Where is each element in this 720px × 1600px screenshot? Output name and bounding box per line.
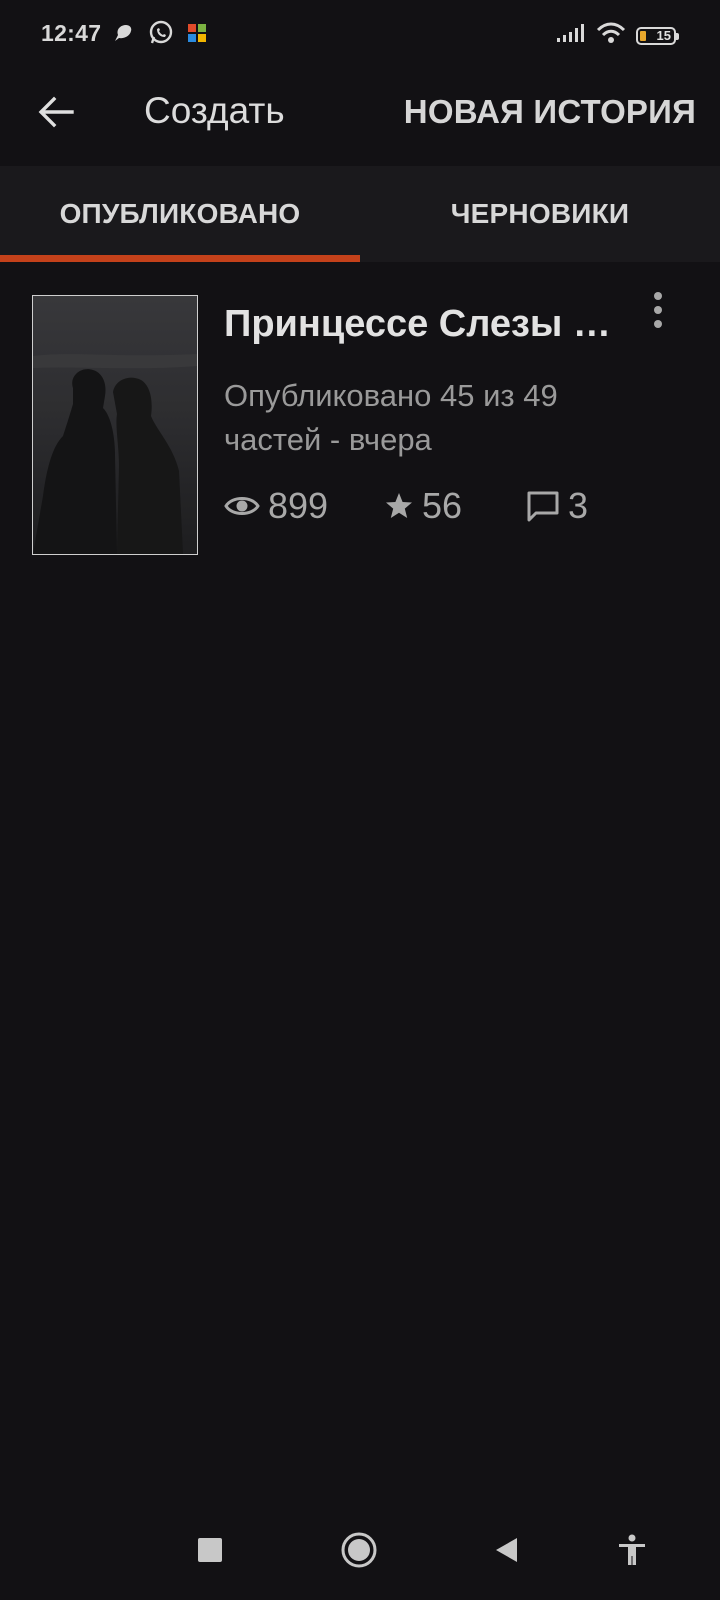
comment-icon (527, 491, 559, 522)
more-options-button[interactable] (638, 290, 678, 330)
story-parts-published: Опубликовано 45 из 49 (224, 378, 558, 413)
votes-count: 56 (422, 485, 463, 526)
more-vertical-icon (654, 292, 662, 328)
notification-icons (112, 20, 206, 51)
arrow-left-icon (38, 96, 74, 128)
system-navigation-bar (0, 1510, 720, 1600)
messenger-icon (112, 22, 134, 49)
triangle-back-icon (496, 1538, 517, 1562)
votes-stat: 56 (384, 485, 526, 527)
accessibility-button[interactable] (610, 1528, 654, 1572)
back-nav-button[interactable] (484, 1528, 528, 1572)
story-title[interactable]: Принцессе Слезы … (224, 303, 634, 346)
new-story-button[interactable]: НОВАЯ ИСТОРИЯ (404, 93, 696, 131)
system-icons: 15 (556, 22, 679, 49)
app-bar: Создать НОВАЯ ИСТОРИЯ (0, 70, 720, 164)
couple-silhouette-image (33, 296, 197, 554)
page-title: Создать (144, 90, 285, 131)
status-time: 12:47 (41, 20, 102, 46)
back-button[interactable] (30, 86, 82, 138)
eye-icon (224, 497, 260, 515)
story-cover-image[interactable] (32, 295, 198, 555)
star-icon (386, 493, 412, 518)
battery-level: 15 (656, 28, 671, 43)
status-bar: 12:47 15 (0, 0, 720, 70)
story-publication-info: Опубликовано 45 из 49 частей - вчера (224, 374, 644, 462)
home-button[interactable] (337, 1528, 381, 1572)
story-list-item[interactable]: Принцессе Слезы … Опубликовано 45 из 49 … (0, 290, 720, 560)
recents-button[interactable] (188, 1528, 232, 1572)
square-icon (198, 1538, 222, 1562)
signal-icon (556, 23, 586, 48)
story-stats: 899 56 3 (224, 485, 588, 527)
tab-drafts[interactable]: ЧЕРНОВИКИ (360, 166, 720, 262)
wifi-icon (596, 22, 626, 49)
circle-icon (341, 1532, 377, 1568)
views-stat: 899 (224, 485, 384, 527)
tab-bar: ОПУБЛИКОВАНО ЧЕРНОВИКИ (0, 166, 720, 262)
whatsapp-icon (148, 20, 174, 51)
views-count: 899 (268, 485, 329, 526)
microsoft-app-icon (188, 24, 206, 47)
comments-stat: 3 (526, 485, 588, 527)
accessibility-icon (619, 1534, 645, 1565)
story-updated-time: частей - вчера (224, 422, 432, 457)
battery-icon: 15 (636, 26, 679, 45)
comments-count: 3 (568, 485, 589, 526)
tab-published[interactable]: ОПУБЛИКОВАНО (0, 166, 360, 262)
